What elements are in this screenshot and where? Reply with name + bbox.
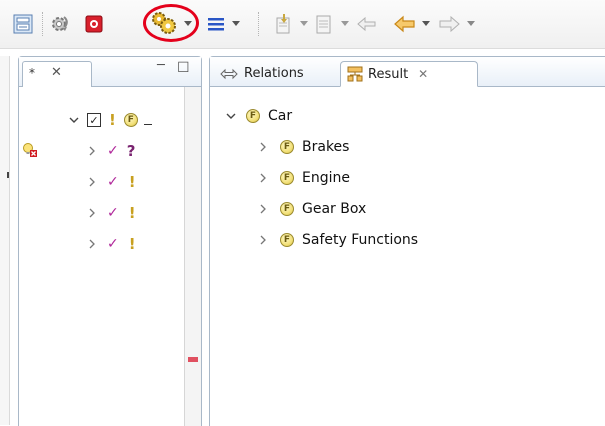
feature-icon: F: [123, 113, 138, 127]
chevron-down-icon[interactable]: [226, 111, 236, 121]
left-edge-marker: [7, 172, 9, 178]
chevron-right-icon[interactable]: [87, 177, 97, 187]
vertical-scrollbar[interactable]: [184, 87, 201, 426]
toolbar-separator: [42, 12, 44, 36]
tree-label: Engine: [302, 170, 350, 186]
right-arrow-dropdown-arrow[interactable]: [467, 21, 475, 26]
right-view: Relations Result ✕ F Car F Brakes F Engi…: [209, 56, 605, 426]
chevron-right-icon[interactable]: [87, 208, 97, 218]
feature-icon: F: [280, 140, 294, 154]
tree-label: Car: [268, 108, 293, 124]
tree-label: Gear Box: [302, 201, 367, 217]
chevron-right-icon[interactable]: [87, 239, 97, 249]
feature-icon: F: [280, 233, 294, 247]
right-arrow-icon[interactable]: [436, 12, 462, 36]
chevron-right-icon[interactable]: [87, 146, 97, 156]
left-tree-row[interactable]: ✓ !: [87, 202, 136, 224]
check-mark: ✓: [107, 143, 119, 159]
document-down-dropdown-arrow[interactable]: [300, 21, 308, 26]
error-marker[interactable]: [188, 357, 198, 362]
check-mark: ✓: [107, 236, 119, 252]
chevron-right-icon[interactable]: [258, 142, 268, 152]
left-tree-row[interactable]: ✓ !: [87, 171, 136, 193]
chevron-right-icon[interactable]: [258, 173, 268, 183]
lightbulb-error-icon[interactable]: [22, 142, 38, 158]
toolbar-separator: [258, 12, 260, 36]
tree-label: Brakes: [302, 139, 350, 155]
warning-bang: !: [128, 173, 136, 191]
check-mark: ✓: [107, 205, 119, 221]
left-view-tab[interactable]: * ✕: [22, 61, 92, 87]
warning-bang: !: [109, 111, 116, 129]
left-tree-root-row[interactable]: ✓ ! F: [69, 109, 152, 131]
feature-icon: F: [280, 171, 294, 185]
refresh-gear-icon[interactable]: [48, 12, 72, 36]
root-line: [143, 116, 152, 125]
left-view: * ✕ ─ ☐ ✓ ! F ✓ ? ✓ ! ✓ ! ✓ !: [18, 56, 202, 426]
tab-result[interactable]: Result ✕: [340, 61, 478, 87]
feature-icon: F: [280, 202, 294, 216]
tree-root-car[interactable]: F Car: [226, 105, 292, 127]
tree-item-gear-box[interactable]: F Gear Box: [258, 198, 366, 220]
left-view-tabbar: * ✕ ─ ☐: [19, 57, 201, 87]
highlight-circle: [143, 4, 199, 42]
chevron-down-icon[interactable]: [69, 115, 79, 125]
result-tree-icon: [347, 66, 363, 82]
tree-item-brakes[interactable]: F Brakes: [258, 136, 349, 158]
document-down-icon[interactable]: [272, 12, 296, 36]
left-tree-row[interactable]: ✓ ?: [87, 140, 135, 162]
close-icon[interactable]: ✕: [418, 67, 428, 81]
list-menu-icon[interactable]: [205, 12, 227, 36]
tab-label: Relations: [244, 66, 304, 81]
tree-item-safety-functions[interactable]: F Safety Functions: [258, 229, 418, 251]
orange-left-dropdown-arrow[interactable]: [422, 21, 430, 26]
warning-bang: !: [128, 204, 136, 222]
checkbox-checked[interactable]: ✓: [87, 113, 101, 127]
document-icon[interactable]: [312, 12, 336, 36]
main-toolbar: [0, 0, 605, 49]
left-tree-row[interactable]: ✓ !: [87, 233, 136, 255]
question-flag: ?: [126, 142, 136, 160]
double-arrow-icon: [220, 68, 238, 79]
left-edge-panel: [0, 56, 10, 425]
check-mark: ✓: [107, 174, 119, 190]
feature-icon: F: [246, 109, 260, 123]
warning-bang: !: [128, 235, 136, 253]
chevron-right-icon[interactable]: [258, 204, 268, 214]
tab-relations[interactable]: Relations: [214, 61, 340, 86]
dirty-marker: *: [29, 66, 35, 80]
tree-item-engine[interactable]: F Engine: [258, 167, 350, 189]
maximize-icon[interactable]: ☐: [177, 60, 190, 76]
view-layout-icon[interactable]: [11, 12, 35, 36]
chevron-right-icon[interactable]: [258, 235, 268, 245]
left-view-body: ✓ ! F ✓ ? ✓ ! ✓ ! ✓ !: [19, 87, 201, 426]
tree-label: Safety Functions: [302, 232, 419, 248]
tab-label: Result: [368, 66, 409, 82]
record-stop-icon[interactable]: [82, 12, 106, 36]
close-icon[interactable]: ✕: [51, 65, 62, 80]
back-arrow-icon[interactable]: [354, 12, 380, 36]
minimize-icon[interactable]: ─: [157, 58, 165, 73]
right-view-tabbar: Relations Result ✕: [210, 57, 605, 87]
list-menu-dropdown-arrow[interactable]: [232, 21, 240, 26]
document-dropdown-arrow[interactable]: [341, 21, 349, 26]
orange-left-arrow-icon[interactable]: [392, 12, 418, 36]
